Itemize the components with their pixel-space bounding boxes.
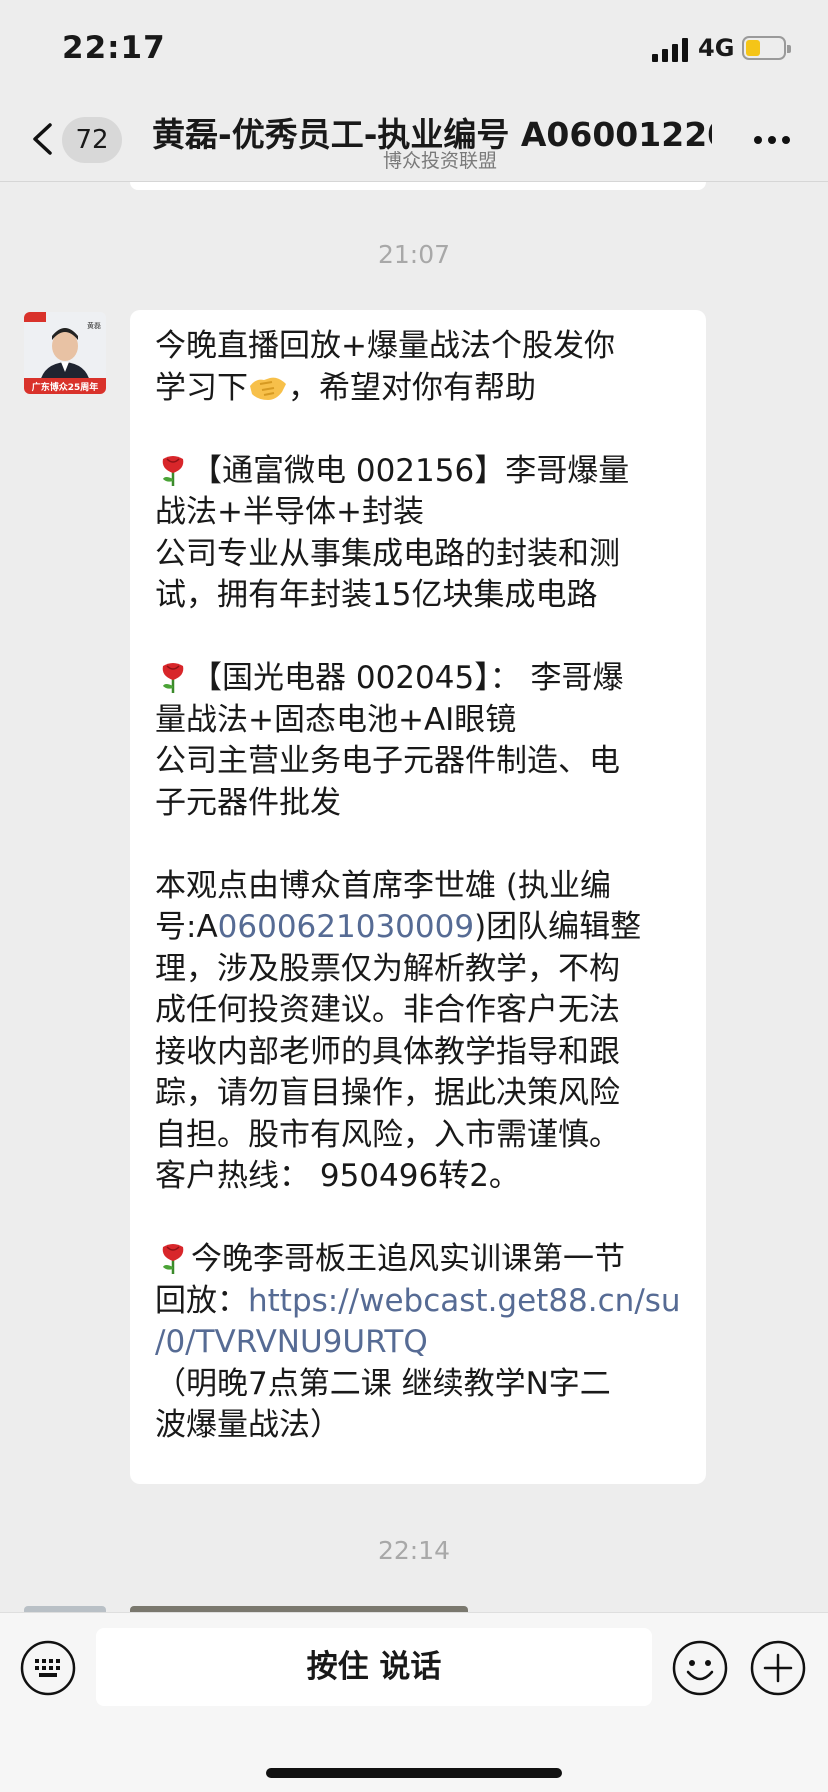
back-icon[interactable] — [30, 122, 56, 156]
signal-icon — [652, 38, 688, 62]
emoji-icon[interactable] — [672, 1640, 728, 1696]
message-line: （明晚7点第二课 继续教学N字二 — [155, 1365, 611, 1402]
avatar-banner-text: 广东博众25周年 — [32, 381, 99, 393]
message-line: 【通富微电 002156】李哥爆量 — [155, 451, 684, 493]
message-line: 回放：https://webcast.get88.cn/su — [155, 1282, 681, 1319]
message-line: 公司主营业务电子元器件制造、电 — [155, 743, 620, 779]
message-line: 踪，请勿盲目操作，据此决策风险 — [155, 1075, 620, 1111]
replay-url-link[interactable]: https://webcast.get88.cn/su — [248, 1283, 681, 1319]
message-line: 试，拥有年封装15亿块集成电路 — [155, 577, 598, 613]
chat-subtitle: 博众投资联盟 — [382, 150, 497, 172]
hold-to-talk-button[interactable]: 按住 说话 — [96, 1628, 652, 1706]
message-line: 本观点由博众首席李世雄 (执业编 — [155, 867, 611, 904]
status-bar: 22:17 4G — [0, 0, 828, 96]
message-line: 子元器件批发 — [155, 784, 341, 821]
message-line: 号:A0600621030009)团队编辑整 — [155, 909, 642, 945]
previous-message-bubble[interactable] — [130, 182, 706, 190]
message-line: 公司专业从事集成电路的封装和测 — [155, 535, 620, 572]
status-time: 22:17 — [62, 30, 166, 66]
battery-icon — [742, 36, 791, 60]
sender-avatar[interactable]: 广东博众25周年 黄磊 — [24, 312, 106, 394]
message-line: 战法+半导体+封装 — [155, 494, 424, 530]
message-line: 接收内部老师的具体教学指导和跟 — [155, 1033, 620, 1070]
message-line: 今晚李哥板王追风实训课第一节 — [155, 1239, 684, 1281]
rose-icon — [162, 663, 184, 693]
replay-url-link-continued[interactable]: /0/TVRVNU9URTQ — [155, 1322, 684, 1364]
network-label: 4G — [698, 34, 735, 62]
message-line: 自担。股市有风险，入市需谨慎。 — [155, 1116, 620, 1153]
message-line: 量战法+固态电池+AI眼镜 — [155, 701, 517, 738]
message-line: 客户热线： 950496转2。 — [155, 1158, 520, 1194]
message-line: 学习下 ，希望对你有帮助 — [155, 369, 536, 406]
message-text: 今晚直播回放+爆量战法个股发你 学习下 ，希望对你有帮助 【通富微电 002156… — [155, 326, 684, 1447]
rose-icon — [162, 1244, 184, 1274]
more-icon[interactable] — [752, 134, 792, 146]
home-indicator[interactable] — [266, 1768, 562, 1778]
avatar-name-tag: 黄磊 — [87, 321, 101, 330]
message-line: 【国光电器 002045】： 李哥爆 — [155, 658, 684, 700]
handshake-icon — [250, 377, 286, 400]
message-line: 今晚直播回放+爆量战法个股发你 — [155, 328, 615, 364]
license-number-link[interactable]: 0600621030009 — [218, 909, 474, 945]
message-line: 成任何投资建议。非合作客户无法 — [155, 992, 620, 1028]
message-bubble[interactable]: 今晚直播回放+爆量战法个股发你 学习下 ，希望对你有帮助 【通富微电 002156… — [130, 310, 706, 1484]
message-timestamp: 22:14 — [377, 1536, 451, 1565]
unread-count-badge[interactable]: 72 — [62, 117, 122, 163]
message-line: 波爆量战法） — [155, 1407, 341, 1443]
message-line: 理，涉及股票仅为解析教学，不构 — [155, 950, 620, 987]
keyboard-icon[interactable] — [20, 1640, 76, 1696]
plus-icon[interactable] — [750, 1640, 806, 1696]
message-timestamp: 21:07 — [377, 240, 451, 269]
rose-icon — [162, 455, 184, 486]
